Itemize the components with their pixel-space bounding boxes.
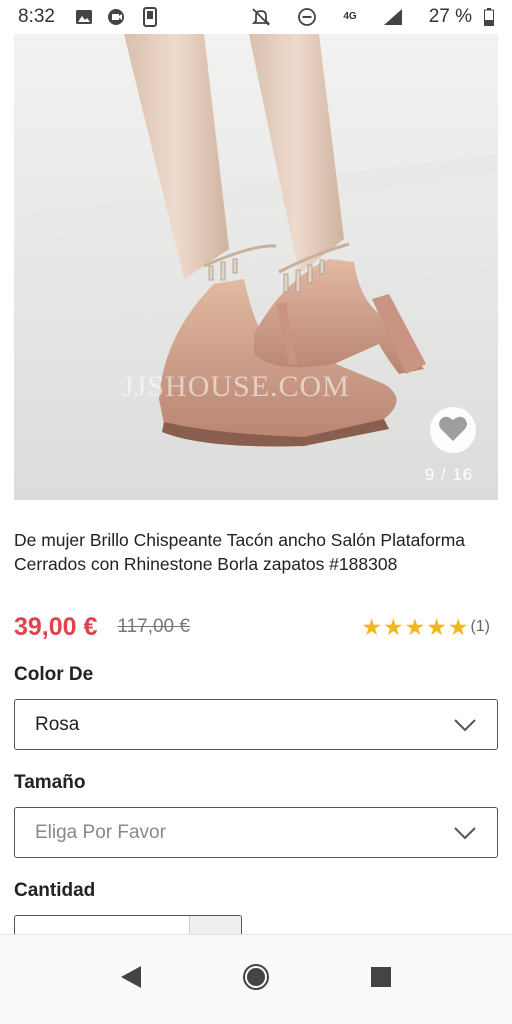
do-not-disturb-icon xyxy=(297,7,317,27)
battery-icon xyxy=(484,8,494,26)
color-label: Color De xyxy=(14,664,94,685)
back-button[interactable] xyxy=(116,965,146,995)
size-select[interactable]: Eliga Por Favor xyxy=(14,807,498,858)
mute-icon xyxy=(251,7,271,27)
rating[interactable]: ★ ★ ★ ★ ★ (1) xyxy=(360,613,490,640)
rating-count: (1) xyxy=(470,618,490,635)
favorite-button[interactable] xyxy=(430,407,476,453)
heart-icon xyxy=(438,414,468,447)
price-row: 39,00 € 117,00 € ★ ★ ★ ★ ★ (1) xyxy=(14,610,498,644)
star-icon: ★ xyxy=(361,613,382,640)
chevron-down-icon xyxy=(453,826,477,840)
recents-icon xyxy=(370,966,392,993)
current-price: 39,00 € xyxy=(14,612,98,641)
size-placeholder: Eliga Por Favor xyxy=(35,821,166,843)
star-icon: ★ xyxy=(447,613,469,640)
image-counter: 9 / 16 xyxy=(414,458,484,492)
home-icon xyxy=(242,963,270,996)
back-icon xyxy=(120,965,142,994)
original-price: 117,00 € xyxy=(117,616,190,637)
phone-icon xyxy=(142,7,157,27)
product-image[interactable]: JJSHOUSE.COM 9 / 16 xyxy=(14,34,498,500)
status-time: 8:32 xyxy=(18,6,55,27)
battery-level: 27 % xyxy=(428,6,472,27)
color-select[interactable]: Rosa xyxy=(14,699,498,750)
product-title: De mujer Brillo Chispeante Tacón ancho S… xyxy=(14,530,466,574)
color-value: Rosa xyxy=(35,713,80,735)
recents-button[interactable] xyxy=(366,965,396,995)
watermark: JJSHOUSE.COM xyxy=(122,370,350,403)
shoe-photo xyxy=(14,34,498,500)
star-icon: ★ xyxy=(426,613,447,640)
status-bar: 8:32 4G 27 % xyxy=(0,0,512,34)
video-call-icon xyxy=(107,8,129,26)
network-type: 4G xyxy=(343,11,357,22)
home-button[interactable] xyxy=(241,963,271,996)
gallery-icon xyxy=(75,9,93,25)
signal-icon xyxy=(383,8,403,26)
navigation-bar xyxy=(0,934,512,1024)
star-icon: ★ xyxy=(382,613,404,640)
chevron-down-icon xyxy=(453,718,477,732)
star-icon: ★ xyxy=(404,613,426,640)
quantity-label: Cantidad xyxy=(14,880,96,901)
size-label: Tamaño xyxy=(14,772,86,793)
